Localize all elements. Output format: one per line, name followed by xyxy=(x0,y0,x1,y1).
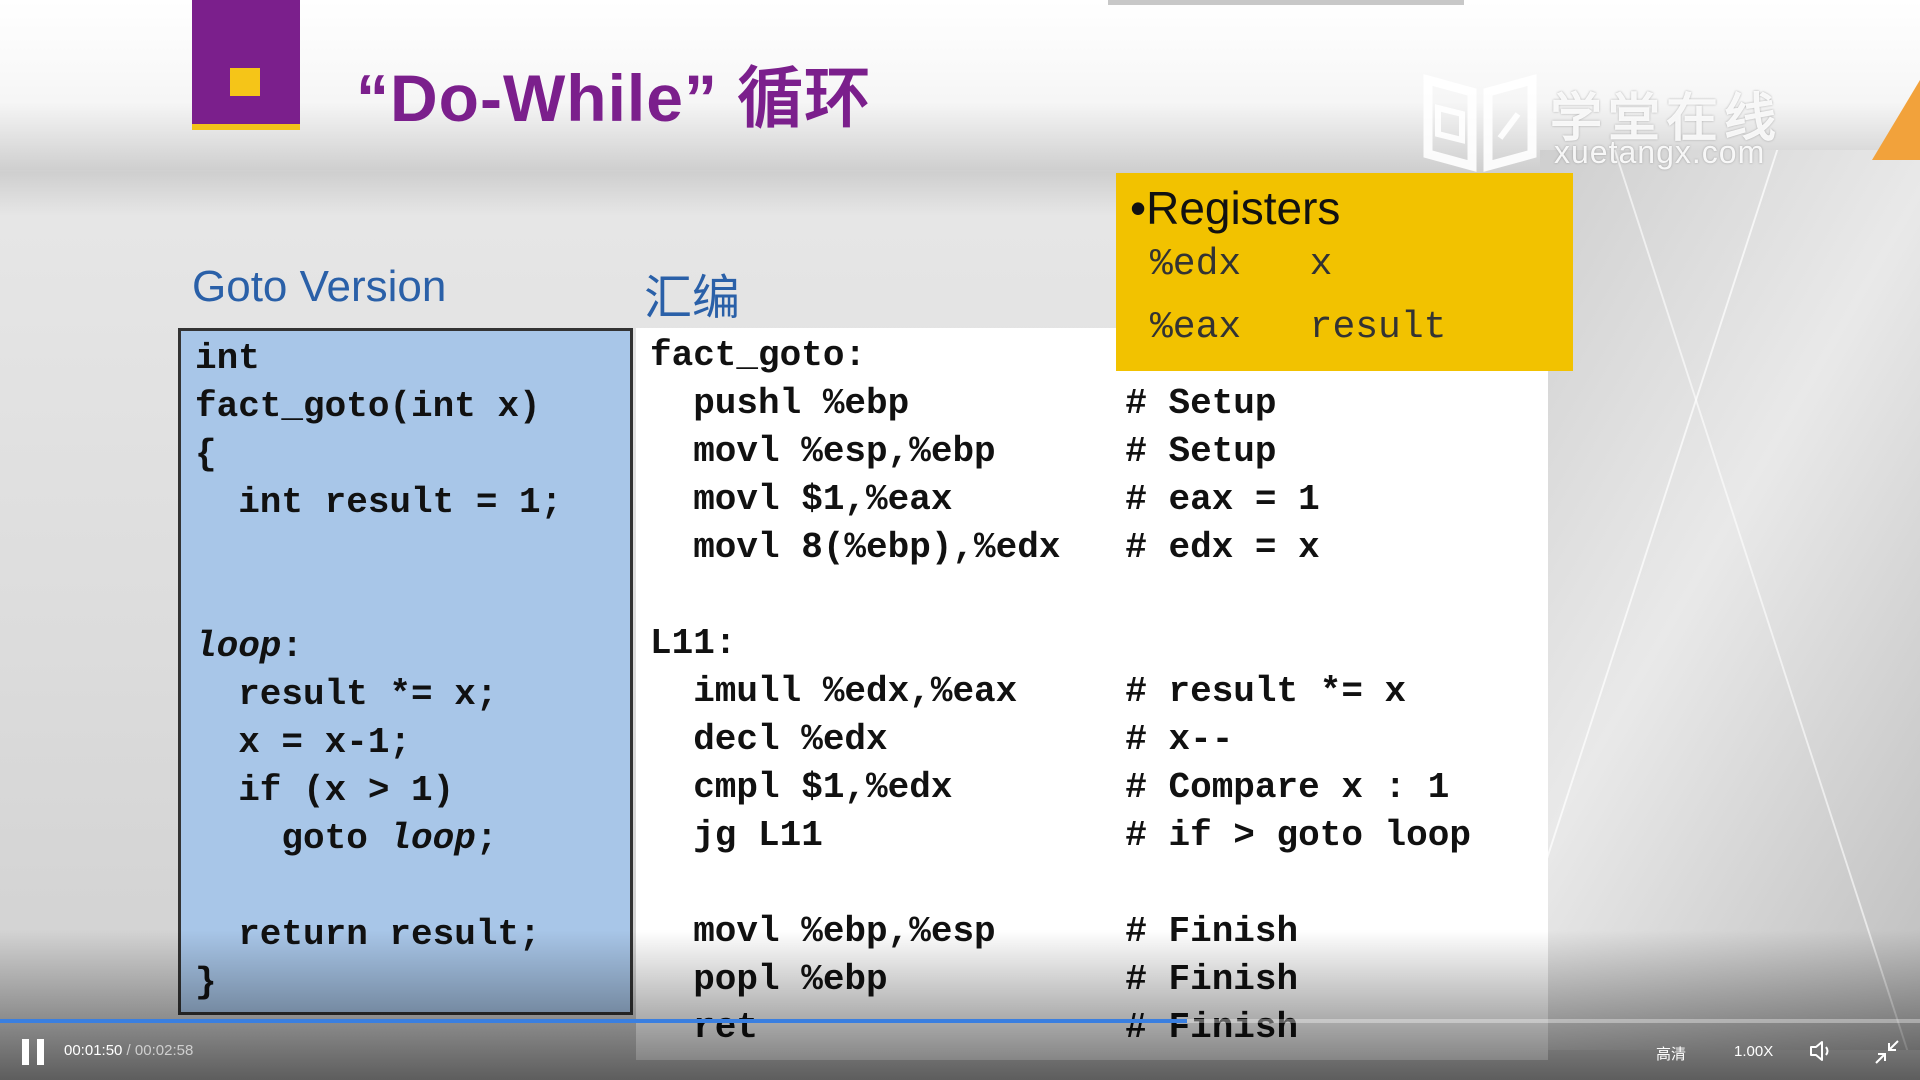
pause-icon xyxy=(22,1039,29,1065)
playback-speed-button[interactable]: 1.00X xyxy=(1734,1043,1773,1060)
register-row: %eax result xyxy=(1150,306,1446,349)
asm-code-line: L11: xyxy=(650,623,737,664)
asm-code-line: imull %edx,%eax # result *= x xyxy=(650,671,1407,712)
slide-logo-square xyxy=(192,0,300,130)
exit-fullscreen-button[interactable] xyxy=(1874,1039,1900,1070)
registers-callout: •Registers %edx x %eax result xyxy=(1116,173,1573,371)
slide-logo-inner xyxy=(230,68,260,96)
time-separator: / xyxy=(122,1042,135,1059)
c-code-line: x = x-1; xyxy=(195,722,412,763)
total-duration: 00:02:58 xyxy=(134,1042,194,1059)
asm-code-line: movl $1,%eax # eax = 1 xyxy=(650,479,1320,520)
volume-button[interactable] xyxy=(1808,1039,1834,1068)
register-row: %edx x xyxy=(1150,243,1332,286)
video-stage[interactable]: “Do-While” 循环 学堂在线 xuetangx.com Goto Ver… xyxy=(0,0,1920,1080)
c-code-listing: int fact_goto(int x) { int result = 1; loo… xyxy=(195,335,562,1007)
watermark: 学堂在线 xuetangx.com xyxy=(1420,68,1820,178)
assembly-heading: 汇编 xyxy=(644,272,741,325)
xuetangx-logo-icon xyxy=(1423,74,1537,172)
c-code-line: int result = 1; xyxy=(195,482,563,523)
current-time: 00:01:50 xyxy=(64,1042,123,1059)
orange-accent-shape xyxy=(1872,80,1920,160)
register-variable: x xyxy=(1309,243,1333,286)
register-name: %eax xyxy=(1150,306,1242,349)
goto-version-heading: Goto Version xyxy=(192,262,447,311)
register-variable: result xyxy=(1309,306,1447,349)
exit-fullscreen-icon xyxy=(1875,1040,1899,1064)
time-display: 00:01:50 / 00:02:58 xyxy=(64,1042,193,1059)
asm-code-line: cmpl $1,%edx # Compare x : 1 xyxy=(650,767,1450,808)
asm-code-line: movl 8(%ebp),%edx # edx = x xyxy=(650,527,1320,568)
pause-button[interactable] xyxy=(22,1039,46,1065)
volume-icon xyxy=(1810,1041,1829,1061)
c-code-line: { xyxy=(195,434,217,475)
asm-code-line xyxy=(650,572,1471,620)
slide-title: “Do-While” 循环 xyxy=(356,61,872,135)
register-name: %edx xyxy=(1150,243,1242,286)
c-code-box: int fact_goto(int x) { int result = 1; loo… xyxy=(178,328,633,1015)
watermark-domain-text: xuetangx.com xyxy=(1554,134,1766,170)
c-code-line xyxy=(195,527,562,575)
c-code-line xyxy=(195,863,562,911)
c-code-line: if (x > 1) xyxy=(195,770,455,811)
quality-button[interactable]: 高清 xyxy=(1656,1043,1686,1064)
c-code-line: fact_goto(int x) xyxy=(195,386,541,427)
top-divider xyxy=(1108,0,1464,5)
asm-code-line: jg L11 # if > goto loop xyxy=(650,815,1471,856)
slide-decoration xyxy=(1540,150,1920,1050)
c-code-line: goto loop; xyxy=(195,818,498,859)
c-code-line: int xyxy=(195,338,260,379)
c-code-line: loop: xyxy=(195,626,304,667)
asm-code-line: pushl %ebp # Setup xyxy=(650,383,1277,424)
player-control-bar: 00:01:50 / 00:02:58 高清 1.00X xyxy=(0,1023,1920,1080)
registers-title: •Registers xyxy=(1130,182,1341,234)
c-code-line xyxy=(195,575,562,623)
asm-code-line: movl %esp,%ebp # Setup xyxy=(650,431,1277,472)
asm-code-line xyxy=(650,860,1471,908)
c-code-line: result *= x; xyxy=(195,674,498,715)
pause-icon xyxy=(37,1039,44,1065)
asm-code-line: decl %edx # x-- xyxy=(650,719,1234,760)
